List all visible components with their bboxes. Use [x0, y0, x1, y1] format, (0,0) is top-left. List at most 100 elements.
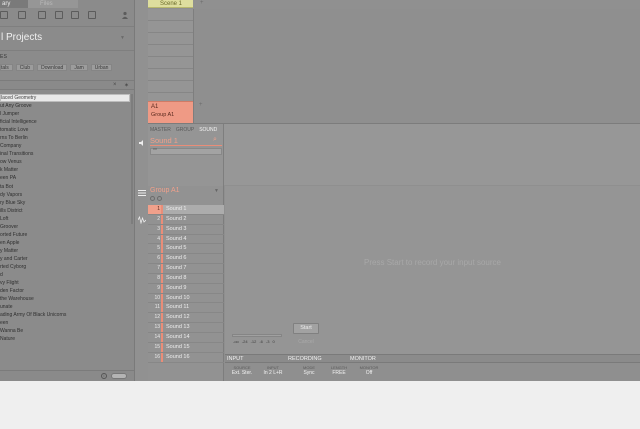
level-mark: -3 [265, 339, 270, 344]
tab-files[interactable]: Files [28, 0, 78, 8]
result-item[interactable]: ficial Intelligence [0, 118, 130, 126]
group-slot[interactable]: A1 Group A1 [148, 101, 193, 123]
result-item[interactable]: Wanna Be [0, 327, 130, 335]
result-item[interactable]: inal Transitions [0, 150, 130, 158]
tag[interactable]: Download [37, 64, 68, 71]
sound-slot[interactable]: 11 Sound 11 [148, 303, 224, 314]
sound-slot[interactable]: 7 Sound 7 [148, 264, 224, 274]
speaker-icon[interactable] [138, 139, 146, 147]
result-item[interactable]: tomatic Love [0, 126, 130, 134]
result-item[interactable]: ut Any Groove [0, 102, 130, 110]
plugin-slot[interactable]: ** [150, 148, 222, 155]
results-header: × ✶ [0, 80, 134, 90]
sound-slot[interactable]: 8 Sound 8 [148, 273, 224, 284]
star-icon[interactable]: ✶ [124, 82, 129, 89]
waveform-icon[interactable] [137, 215, 147, 225]
result-item[interactable]: dy Vapors [0, 191, 130, 199]
sound-icon[interactable] [38, 11, 46, 19]
results-scrollbar[interactable] [131, 94, 133, 224]
result-item[interactable]: y and Carter [0, 255, 130, 263]
sound-slot[interactable]: 5 Sound 5 [148, 244, 224, 255]
chevron-down-icon[interactable]: ▼ [214, 188, 219, 194]
sound-slot[interactable]: 1 Sound 1 [148, 205, 224, 215]
result-item[interactable]: ills District [0, 207, 130, 215]
result-item[interactable]: orted Future [0, 231, 130, 239]
tab-sound[interactable]: SOUND [199, 127, 217, 133]
effect-icon[interactable] [71, 11, 79, 19]
arranger-grid[interactable] [193, 9, 640, 123]
prehear-toggle[interactable] [111, 373, 127, 379]
sound-slot[interactable]: 13 Sound 13 [148, 323, 224, 333]
sound-slot[interactable]: 9 Sound 9 [148, 283, 224, 294]
sound-slot[interactable]: 14 Sound 14 [148, 332, 224, 343]
mute-icon[interactable] [150, 196, 155, 201]
result-item[interactable]: den Factor [0, 287, 130, 295]
recording-header-label: RECORDING [288, 356, 322, 362]
search-icon[interactable]: ⌕ [213, 136, 217, 144]
monitor-param[interactable]: MONITOR Off [354, 365, 384, 377]
result-item[interactable]: vy Flight [0, 279, 130, 287]
result-item[interactable]: ta Bot [0, 183, 130, 191]
sound-slot[interactable]: 2 Sound 2 [148, 214, 224, 225]
result-item[interactable]: Loft [0, 215, 130, 223]
result-item[interactable]: rns To Berlin [0, 134, 130, 142]
result-item[interactable]: y Matter [0, 247, 130, 255]
result-item[interactable]: k Matter [0, 166, 130, 174]
info-icon[interactable]: i [101, 373, 107, 379]
user-icon[interactable] [121, 11, 129, 19]
source-param[interactable]: SOURCE Ext. Ster. [227, 365, 257, 377]
input-param[interactable]: INPUT In 2 L+R [258, 365, 288, 377]
result-item[interactable]: rted Cyborg [0, 263, 130, 271]
sound-slot[interactable]: 16 Sound 16 [148, 352, 224, 363]
add-scene-button[interactable]: + [200, 0, 204, 6]
sound-name[interactable]: Sound 1 [150, 136, 178, 145]
result-item[interactable]: ry Blue Sky [0, 199, 130, 207]
result-item[interactable]: the Warehouse [0, 295, 130, 303]
solo-icon[interactable] [157, 196, 162, 201]
tab-library[interactable]: ary [0, 0, 28, 8]
scene-slot[interactable]: Scene 1 [148, 0, 193, 8]
sound-number: 10 [154, 294, 160, 301]
result-item[interactable]: unate [0, 303, 130, 311]
result-item[interactable]: Groover [0, 223, 130, 231]
result-item[interactable]: een [0, 319, 130, 327]
start-button[interactable]: Start [293, 323, 319, 334]
sound-slot[interactable]: 3 Sound 3 [148, 224, 224, 235]
sound-color-bar [161, 273, 163, 283]
tag[interactable]: Club [15, 64, 35, 71]
tag[interactable]: Jam [70, 64, 88, 71]
pattern-list-icon[interactable] [138, 189, 146, 197]
length-param[interactable]: LENGTH FREE [324, 365, 354, 377]
result-item[interactable]: d [0, 271, 130, 279]
cancel-button[interactable]: Cancel [293, 338, 319, 346]
mode-param[interactable]: MODE Sync [294, 365, 324, 377]
group-icon[interactable] [18, 11, 26, 19]
project-icon[interactable] [0, 11, 8, 19]
group-title[interactable]: Group A1 [150, 187, 180, 194]
sound-name: Sound 9 [166, 284, 187, 291]
sound-slot[interactable]: 4 Sound 4 [148, 234, 224, 245]
sound-slot[interactable]: 6 Sound 6 [148, 254, 224, 265]
result-item[interactable]: ow Venus [0, 158, 130, 166]
chevron-down-icon[interactable]: ▼ [120, 35, 125, 41]
close-icon[interactable]: × [113, 82, 117, 88]
sample-icon[interactable] [88, 11, 96, 19]
result-item[interactable]: laced Geometry [0, 94, 130, 103]
instrument-icon[interactable] [55, 11, 63, 19]
tab-master[interactable]: MASTER [150, 127, 171, 133]
tab-group[interactable]: GROUP [176, 127, 194, 133]
tag[interactable]: tals [0, 64, 13, 71]
result-item[interactable]: en Apple [0, 239, 130, 247]
monitor-header: MONITOR [350, 356, 376, 362]
sound-slot[interactable]: 10 Sound 10 [148, 293, 224, 304]
result-item[interactable]: Company [0, 142, 130, 150]
sound-slot[interactable]: 12 Sound 12 [148, 313, 224, 324]
add-group-button[interactable]: + [199, 102, 203, 108]
tag[interactable]: Urban [90, 64, 113, 71]
result-item[interactable]: Nature [0, 335, 130, 343]
sound-slot[interactable]: 15 Sound 15 [148, 342, 224, 353]
result-item[interactable]: ading Army Of Black Unicorns [0, 311, 130, 319]
browser-title[interactable]: l Projects [1, 32, 42, 43]
result-item[interactable]: een PA [0, 174, 130, 182]
result-item[interactable]: l Jumper [0, 110, 130, 118]
